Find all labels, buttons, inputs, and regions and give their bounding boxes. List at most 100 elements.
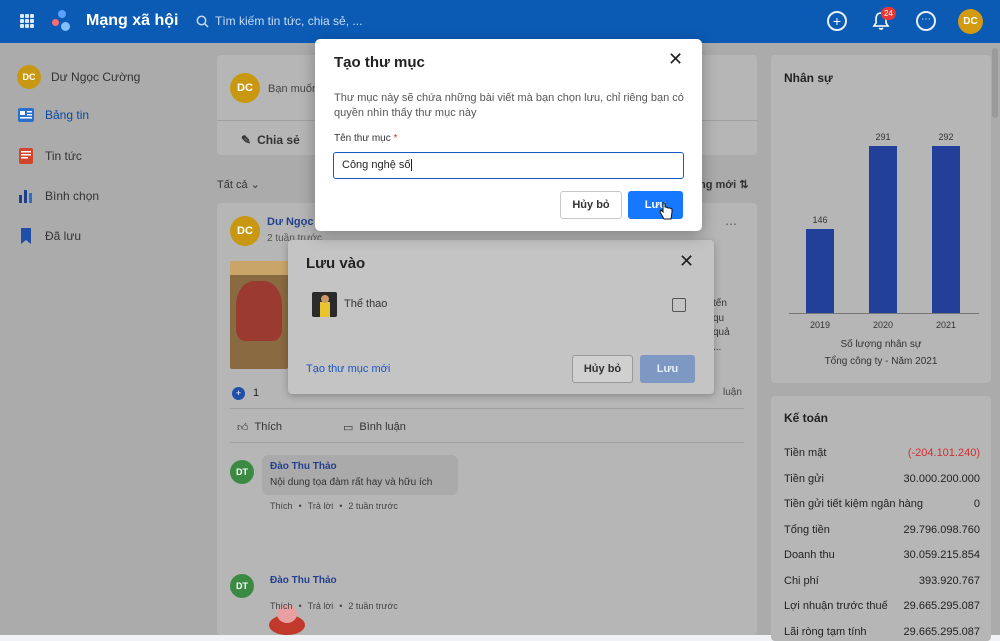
- create-new-folder-link[interactable]: Tạo thư mục mới: [306, 363, 390, 375]
- app-title: Mạng xã hội: [86, 12, 179, 29]
- comment-actions: Thích • Trả lời • 2 tuần trước: [270, 501, 398, 511]
- comment-reply-link[interactable]: Trả lời: [308, 501, 334, 511]
- chart-bar: [806, 229, 834, 313]
- accounting-label: Tiền gửi tiết kiệm ngân hàng: [784, 498, 924, 510]
- accounting-row: Lợi nhuận trước thuế 29.665.295.087: [784, 600, 980, 612]
- user-avatar[interactable]: DC: [958, 9, 983, 34]
- search-bar[interactable]: Tìm kiếm tin tức, chia sẻ, ...: [196, 11, 496, 31]
- comment-author[interactable]: Đào Thu Thảo: [270, 575, 337, 586]
- chart-x-axis: [789, 313, 979, 314]
- search-input[interactable]: Tìm kiếm tin tức, chia sẻ, ...: [215, 14, 362, 28]
- accounting-row: Chi phí 393.920.767: [784, 575, 980, 587]
- sidebar-item-label: Đã lưu: [45, 229, 82, 243]
- avatar: DT: [230, 460, 254, 484]
- accounting-row: Lãi ròng tạm tính 29.665.295.087: [784, 626, 980, 638]
- chart-bar: [869, 146, 897, 313]
- folder-name-input[interactable]: Công nghệ số: [333, 152, 684, 179]
- panel-title: Kế toán: [784, 411, 829, 425]
- accounting-row: Doanh thu 30.059.215.854: [784, 549, 980, 561]
- accounting-value: 30.000.200.000: [903, 472, 980, 485]
- comment-bubble: Đào Thu Thảo Nội dung tọa đàm rất hay và…: [262, 455, 458, 495]
- folder-name-value: Công nghệ số: [342, 159, 411, 171]
- post-author[interactable]: Dư Ngọc: [267, 216, 313, 228]
- sidebar-item-saved[interactable]: Đã lưu: [17, 227, 81, 245]
- comment-reply-link[interactable]: Trả lời: [308, 601, 334, 611]
- accounting-label: Tiền gửi: [784, 472, 824, 485]
- apps-grid-icon[interactable]: [20, 14, 34, 28]
- folder-checkbox[interactable]: [672, 298, 686, 312]
- left-sidebar: DC Dư Ngọc Cường Bảng tin Tin tức Bình c…: [0, 43, 205, 635]
- sort-control[interactable]: ng mới ⇅: [699, 178, 748, 191]
- more-options-icon[interactable]: ⋯: [916, 11, 936, 31]
- field-label-text: Tên thư mục: [334, 133, 391, 144]
- save-to-dialog: Lưu vào ✕ Thể thao Tạo thư mục mới Hủy b…: [288, 240, 714, 394]
- accounting-value: (-204.101.240): [907, 447, 980, 459]
- divider: [230, 408, 744, 409]
- sidebar-user-profile[interactable]: DC Dư Ngọc Cường: [17, 65, 140, 89]
- composer-input[interactable]: Bạn muốn: [268, 83, 318, 95]
- accounting-row: Tiền gửi tiết kiệm ngân hàng 0: [784, 498, 980, 510]
- sidebar-item-label: Bảng tin: [45, 108, 90, 122]
- chart-bar: [932, 145, 960, 313]
- chevron-down-icon: ⌄: [250, 179, 260, 191]
- chart-data-label: 146: [812, 215, 828, 226]
- accounting-row: Tiền gửi 30.000.200.000: [784, 473, 980, 485]
- accounting-value: 29.796.098.760: [903, 523, 980, 536]
- comment-like-link[interactable]: Thích: [270, 601, 293, 611]
- post-image[interactable]: [230, 261, 288, 369]
- post-text-snip: quả: [713, 327, 730, 338]
- cancel-button[interactable]: Hủy bỏ: [572, 355, 633, 383]
- poll-chart-icon: [19, 190, 32, 203]
- add-icon[interactable]: +: [827, 11, 847, 31]
- accounting-label: Chi phí: [784, 574, 819, 587]
- comment-time: 2 tuần trước: [348, 601, 398, 611]
- close-icon[interactable]: ✕: [679, 252, 694, 270]
- accounting-label: Tiền mặt: [784, 447, 827, 459]
- sidebar-user-name: Dư Ngọc Cường: [51, 70, 141, 84]
- share-button[interactable]: ✎ Chia sẻ: [241, 133, 300, 147]
- comment-author[interactable]: Đào Thu Thảo: [270, 461, 337, 472]
- accounting-value: 29.665.295.087: [903, 600, 980, 612]
- comment-button[interactable]: ▭ Bình luận: [343, 421, 406, 434]
- post-text-snip: tến: [713, 298, 727, 309]
- accounting-value: 393.920.767: [918, 574, 980, 587]
- thumbs-up-icon: 👍︎: [237, 422, 249, 434]
- reaction-icon: +: [232, 387, 245, 400]
- required-mark: *: [393, 133, 398, 144]
- post-text-snip: ...: [713, 342, 722, 353]
- reaction-count[interactable]: 1: [253, 387, 259, 399]
- chart-caption: Số lượng nhân sự: [840, 339, 922, 350]
- avatar: DT: [230, 574, 254, 598]
- comment-actions: Thích • Trả lời • 2 tuần trước: [270, 601, 398, 611]
- create-folder-dialog: Tạo thư mục ✕ Thư mục này sẽ chứa những …: [315, 39, 702, 231]
- comment-like-link[interactable]: Thích: [270, 501, 293, 511]
- accounting-label: Tổng tiền: [784, 523, 830, 536]
- dialog-title: Lưu vào: [306, 255, 366, 272]
- folder-thumbnail: [312, 292, 337, 317]
- accounting-row: Tiền mặt (-204.101.240): [784, 447, 980, 459]
- save-button[interactable]: Lưu: [628, 191, 683, 219]
- filter-dropdown[interactable]: Tất cả ⌄: [217, 178, 260, 191]
- top-navigation-bar: Mạng xã hội Tìm kiếm tin tức, chia sẻ, .…: [0, 0, 1000, 43]
- scrollbar[interactable]: [992, 48, 998, 118]
- sidebar-item-label: Bình chọn: [45, 189, 100, 203]
- sidebar-item-polls[interactable]: Bình chọn: [17, 187, 99, 205]
- avatar: DC: [230, 73, 260, 103]
- accounting-row: Tổng tiền 29.796.098.760: [784, 524, 980, 536]
- comment-count[interactable]: luận: [723, 387, 742, 398]
- cancel-button[interactable]: Hủy bỏ: [560, 191, 622, 219]
- sidebar-item-news[interactable]: Tin tức: [17, 147, 82, 165]
- app-logo: [50, 9, 72, 33]
- folder-name: Thể thao: [344, 298, 388, 310]
- chart-tick-label: 2020: [872, 320, 894, 330]
- hand-cursor-icon: [659, 202, 673, 220]
- post-more-icon[interactable]: ⋯: [725, 217, 737, 231]
- accounting-label: Doanh thu: [784, 549, 835, 561]
- sidebar-item-newsfeed[interactable]: Bảng tin: [17, 106, 89, 124]
- comment-text: Nội dung tọa đàm rất hay và hữu ích: [270, 477, 433, 488]
- sidebar-item-label: Tin tức: [45, 149, 82, 163]
- save-button[interactable]: Lưu: [640, 355, 695, 383]
- avatar: DC: [230, 216, 260, 246]
- like-button[interactable]: 👍︎ Thích: [237, 421, 282, 434]
- close-icon[interactable]: ✕: [668, 50, 683, 68]
